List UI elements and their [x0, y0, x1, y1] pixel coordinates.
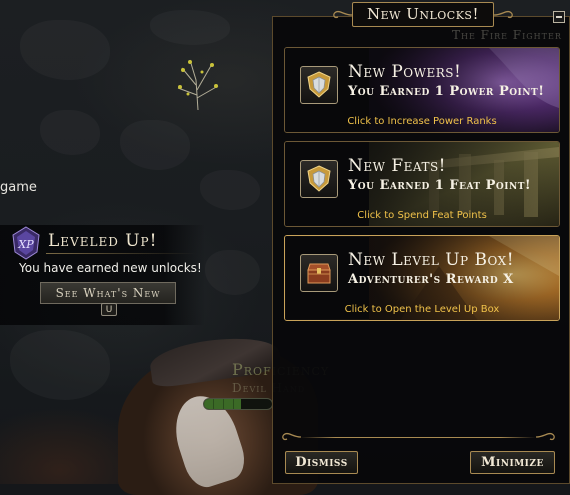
panel-divider	[300, 437, 536, 438]
card-link[interactable]: Click to Open the Level Up Box	[285, 304, 559, 315]
card-link[interactable]: Click to Spend Feat Points	[285, 210, 559, 221]
leveled-up-divider	[46, 253, 196, 254]
leveled-up-message: You have earned new unlocks!	[19, 261, 202, 275]
leveled-up-title: Leveled Up!	[48, 231, 158, 251]
keybind-hint: U	[101, 303, 117, 316]
card-subtitle: Adventurer's Reward X	[348, 272, 514, 287]
ornament-bottom-left-icon	[282, 432, 301, 441]
new-level-up-box-card[interactable]: New Level Up Box! Adventurer's Reward X …	[284, 235, 560, 321]
partial-text: game	[0, 180, 37, 195]
card-link[interactable]: Click to Increase Power Ranks	[285, 116, 559, 127]
card-title: New Powers!	[348, 62, 462, 82]
background-watermark-text: The Fire Fighter	[452, 28, 562, 42]
see-whats-new-button[interactable]: See What's New	[40, 282, 176, 304]
xp-crystal-icon: XP	[12, 226, 40, 260]
proficiency-bar	[203, 398, 273, 410]
dismiss-button[interactable]: Dismiss	[285, 451, 358, 474]
proficiency-bar-fill	[204, 399, 242, 409]
treasure-chest-icon	[300, 254, 338, 292]
ornament-bottom-right-icon	[536, 432, 555, 441]
unlocks-panel-title: New Unlocks!	[352, 2, 494, 27]
xp-badge-text: XP	[17, 238, 34, 251]
collapse-button[interactable]	[553, 11, 565, 23]
new-feats-card[interactable]: New Feats! You Earned 1 Feat Point! Clic…	[284, 141, 560, 227]
minimize-button[interactable]: Minimize	[470, 451, 555, 474]
shield-icon	[300, 160, 338, 198]
new-powers-card[interactable]: New Powers! You Earned 1 Power Point! Cl…	[284, 47, 560, 133]
shield-icon	[300, 66, 338, 104]
ornament-left-icon	[333, 10, 352, 19]
card-title: New Level Up Box!	[348, 250, 515, 270]
card-subtitle: You Earned 1 Power Point!	[348, 84, 545, 99]
card-subtitle: You Earned 1 Feat Point!	[348, 178, 532, 193]
ornament-right-icon	[494, 10, 513, 19]
card-title: New Feats!	[348, 156, 446, 176]
plant-sprite	[177, 59, 219, 110]
